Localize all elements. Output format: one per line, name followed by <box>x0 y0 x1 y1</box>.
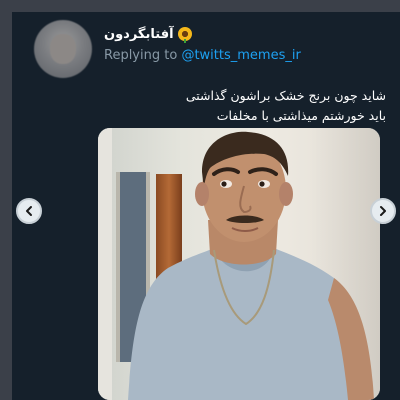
mention-link[interactable]: @twitts_memes_ir <box>181 48 300 63</box>
chevron-right-icon[interactable] <box>370 198 396 224</box>
author-row: آفتابگردون <box>104 24 192 44</box>
avatar-face <box>50 34 76 64</box>
sunflower-icon <box>177 27 192 43</box>
display-name[interactable]: آفتابگردون <box>104 27 174 42</box>
avatar[interactable] <box>34 20 92 78</box>
tweet-card: آفتابگردون Replying to @twitts_memes_ir … <box>12 12 400 400</box>
tweet-text: شاید چون برنج خشک براشون گذاشتی باید خور… <box>86 86 386 126</box>
tweet-image[interactable] <box>98 128 380 400</box>
tweet-text-line-2: باید خورشتم میذاشتی با مخلفات <box>216 108 386 123</box>
screenshot-frame: آفتابگردون Replying to @twitts_memes_ir … <box>0 0 400 400</box>
chevron-left-icon[interactable] <box>16 198 42 224</box>
replying-to: Replying to @twitts_memes_ir <box>104 48 301 63</box>
image-person <box>128 131 374 400</box>
tweet-text-line-1: شاید چون برنج خشک براشون گذاشتی <box>185 88 386 103</box>
replying-prefix: Replying to <box>104 48 178 63</box>
